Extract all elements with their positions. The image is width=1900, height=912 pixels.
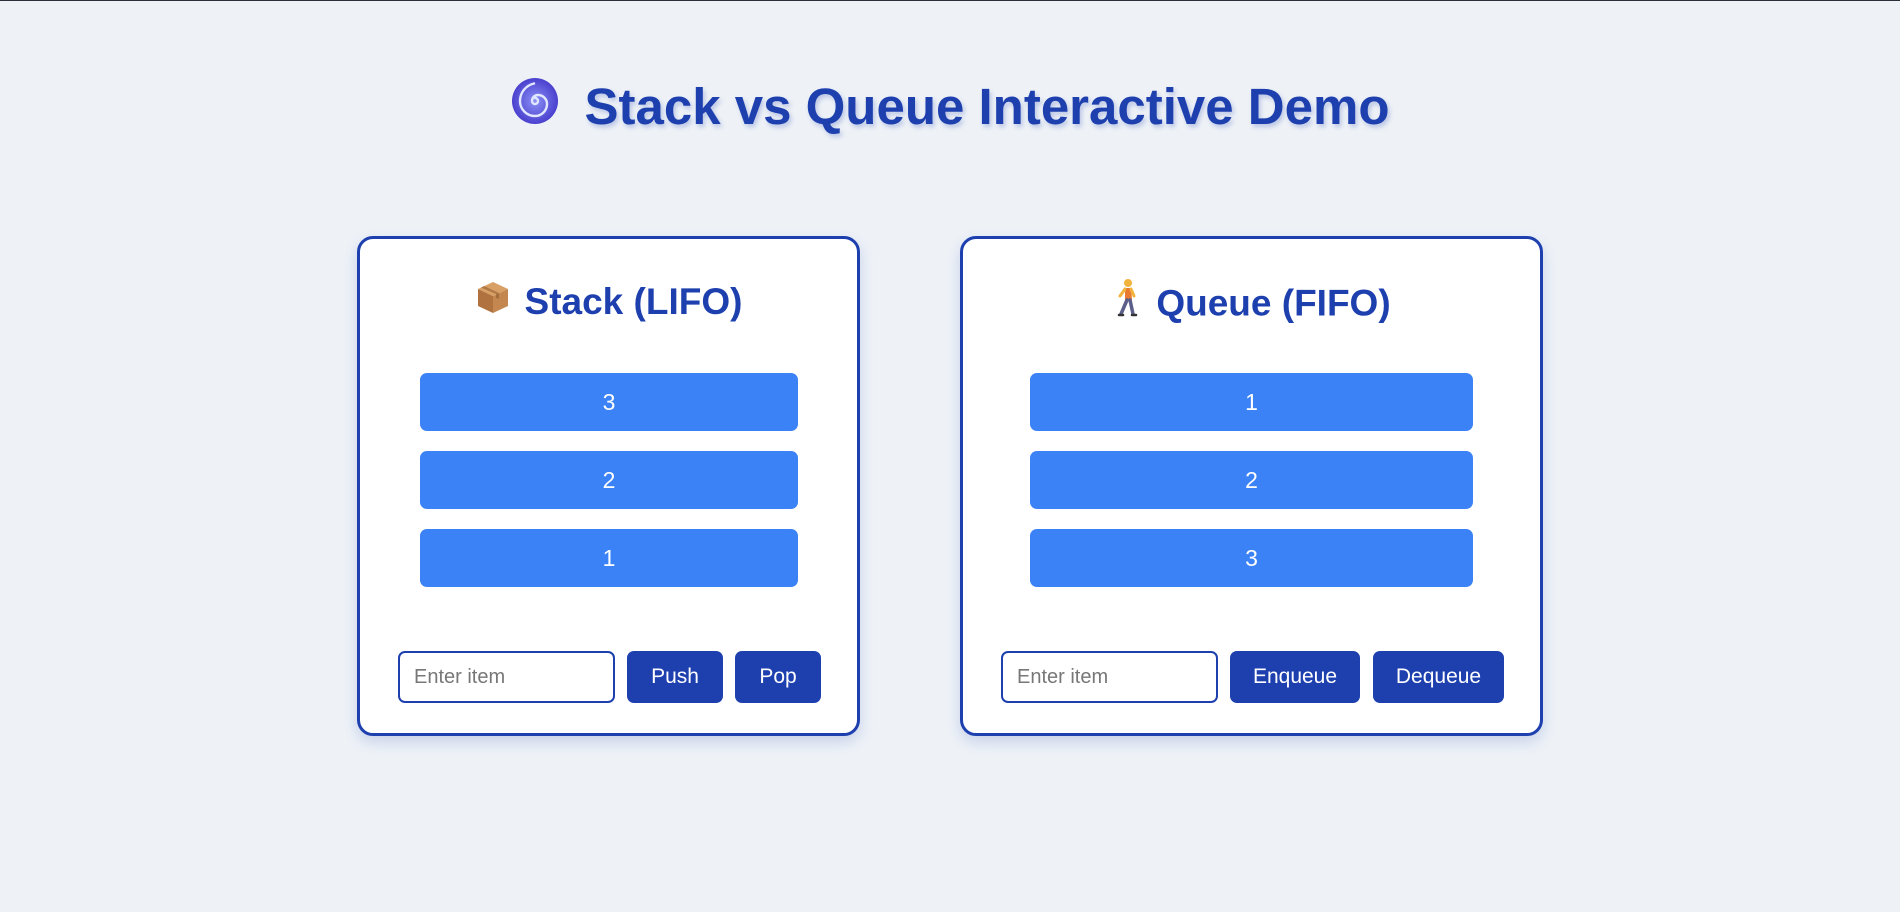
dequeue-button[interactable]: Dequeue [1373,651,1504,703]
pop-button[interactable]: Pop [735,651,821,703]
stack-items: 3 2 1 [420,373,798,607]
walking-person-icon [1112,278,1142,327]
stack-panel: Stack (LIFO) 3 2 1 Push Pop [357,236,860,736]
queue-panel: Queue (FIFO) 1 2 3 Enqueue Dequeue [960,236,1543,736]
queue-item: 2 [1030,451,1473,509]
queue-title-row: Queue (FIFO) [963,278,1540,330]
stack-title: Stack (LIFO) [524,281,743,322]
push-button[interactable]: Push [627,651,723,703]
queue-item: 1 [1030,373,1473,431]
stack-item: 1 [420,529,798,587]
page-title-row: Stack vs Queue Interactive Demo [0,77,1900,142]
package-box-icon [475,279,511,324]
stack-item: 3 [420,373,798,431]
queue-item: 3 [1030,529,1473,587]
queue-items: 1 2 3 [1030,373,1473,607]
stack-item-input[interactable] [398,651,615,703]
page-title: Stack vs Queue Interactive Demo [584,78,1390,135]
cyclone-spiral-icon [510,76,560,138]
queue-title: Queue (FIFO) [1156,282,1391,324]
stack-title-row: Stack (LIFO) [360,281,857,327]
enqueue-button[interactable]: Enqueue [1230,651,1360,703]
stack-item: 2 [420,451,798,509]
queue-item-input[interactable] [1001,651,1218,703]
